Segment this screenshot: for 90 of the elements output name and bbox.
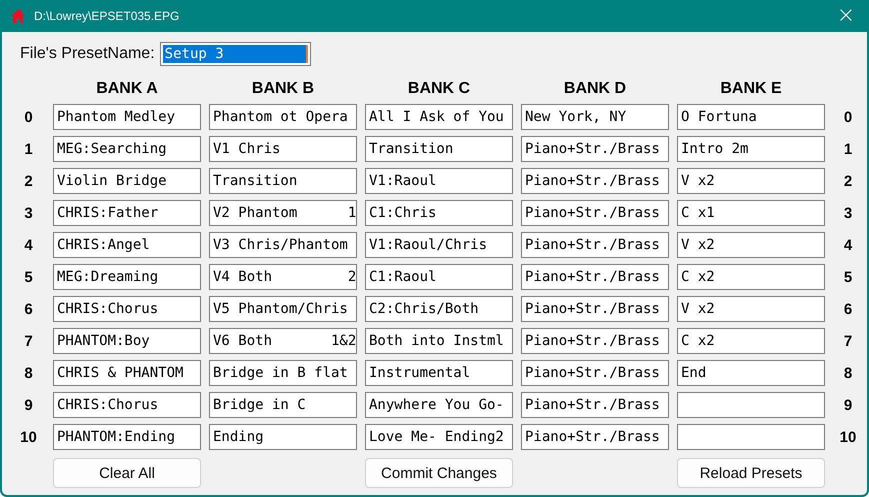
preset-field[interactable]: Piano+Str./Brass [521,232,669,258]
preset-field[interactable]: V5 Phantom/Chris [209,296,357,322]
preset-field[interactable]: Intro 2m [677,136,825,162]
action-button[interactable]: Commit Changes [365,458,513,488]
row-number: 7 [23,332,34,352]
action-button[interactable]: Clear All [53,458,201,488]
action-button[interactable]: Reload Presets [677,458,825,488]
preset-field[interactable]: V3 Chris/Phantom [209,232,357,258]
preset-field[interactable]: Bridge in C [209,392,357,418]
row-number: 9 [23,396,34,416]
preset-field[interactable]: V1:Raoul/Chris [365,232,513,258]
bank-heading: BANK E [719,80,783,98]
close-button[interactable]: × [823,0,867,32]
row-number: 1 [842,140,854,160]
preset-field[interactable]: V6 Both 1&2 [209,328,357,354]
preset-field[interactable]: Ending [209,424,357,450]
preset-field[interactable]: Piano+Str./Brass [521,264,669,290]
preset-field[interactable]: All I Ask of You [365,104,513,130]
preset-field[interactable]: PHANTOM:Ending [53,424,201,450]
preset-field[interactable]: V x2 [677,296,825,322]
preset-field[interactable]: Piano+Str./Brass [521,136,669,162]
preset-field[interactable]: C x2 [677,264,825,290]
preset-field[interactable]: Piano+Str./Brass [521,168,669,194]
preset-field[interactable]: V x2 [677,168,825,194]
row-number: 5 [842,268,854,288]
preset-field[interactable]: C1:Raoul [365,264,513,290]
bank-heading: BANK D [562,80,628,98]
row-number: 2 [842,172,854,192]
row-number: 3 [23,204,34,224]
preset-field[interactable]: CHRIS & PHANTOM [53,360,201,386]
row-number: 8 [842,364,854,384]
preset-field[interactable] [677,392,825,418]
row-number: 2 [23,172,34,192]
bank-heading: BANK A [95,80,159,98]
row-number: 9 [842,396,854,416]
preset-field[interactable]: CHRIS:Chorus [53,392,201,418]
bank-heading: BANK C [406,80,472,98]
preset-field[interactable]: V1:Raoul [365,168,513,194]
row-number: 4 [842,236,854,256]
preset-field[interactable]: C1:Chris [365,200,513,226]
preset-field[interactable]: C x2 [677,328,825,354]
preset-field[interactable]: Piano+Str./Brass [521,360,669,386]
preset-field[interactable]: MEG:Dreaming [53,264,201,290]
preset-field[interactable]: V4 Both 2 [209,264,357,290]
row-number: 8 [23,364,34,384]
preset-field[interactable]: Phantom ot Opera [209,104,357,130]
row-number: 4 [23,236,34,256]
row-number: 1 [23,140,34,160]
row-number: 10 [838,428,858,448]
preset-field[interactable]: CHRIS:Father [53,200,201,226]
preset-field[interactable]: Love Me- Ending2 [365,424,513,450]
row-number: 5 [23,268,34,288]
preset-field[interactable]: End [677,360,825,386]
window-title: D:\Lowrey\EPSET035.EPG [34,9,180,23]
preset-field[interactable]: C x1 [677,200,825,226]
row-number: 0 [842,108,854,128]
preset-field[interactable]: Piano+Str./Brass [521,424,669,450]
preset-field[interactable]: PHANTOM:Boy [53,328,201,354]
preset-field[interactable]: Violin Bridge [53,168,201,194]
preset-field[interactable]: Piano+Str./Brass [521,200,669,226]
preset-name-label: File's PresetName: [20,45,155,63]
preset-field[interactable]: O Fortuna [677,104,825,130]
preset-field[interactable]: Phantom Medley [53,104,201,130]
house-icon [10,8,26,24]
preset-name-field[interactable]: Setup 3 [160,42,311,66]
preset-field[interactable]: Anywhere You Go- [365,392,513,418]
preset-field[interactable]: V2 Phantom 1 [209,200,357,226]
preset-field[interactable]: CHRIS:Angel [53,232,201,258]
preset-field[interactable]: C2:Chris/Both [365,296,513,322]
row-number: 6 [842,300,854,320]
preset-field[interactable]: New York, NY [521,104,669,130]
preset-field[interactable]: Both into Instml [365,328,513,354]
row-number: 10 [19,428,38,448]
preset-field[interactable]: Piano+Str./Brass [521,392,669,418]
preset-field[interactable]: V1 Chris [209,136,357,162]
preset-field[interactable]: V x2 [677,232,825,258]
row-number: 3 [842,204,854,224]
preset-field[interactable]: CHRIS:Chorus [53,296,201,322]
preset-field[interactable]: Bridge in B flat [209,360,357,386]
row-number: 7 [842,332,854,352]
row-number: 0 [23,108,34,128]
preset-field[interactable]: Instrumental [365,360,513,386]
preset-field[interactable]: Piano+Str./Brass [521,296,669,322]
preset-field[interactable] [677,424,825,450]
preset-field[interactable]: MEG:Searching [53,136,201,162]
preset-field[interactable]: Piano+Str./Brass [521,328,669,354]
preset-field[interactable]: Transition [209,168,357,194]
bank-heading: BANK B [250,80,316,98]
preset-field[interactable]: Transition [365,136,513,162]
row-number: 6 [23,300,34,320]
